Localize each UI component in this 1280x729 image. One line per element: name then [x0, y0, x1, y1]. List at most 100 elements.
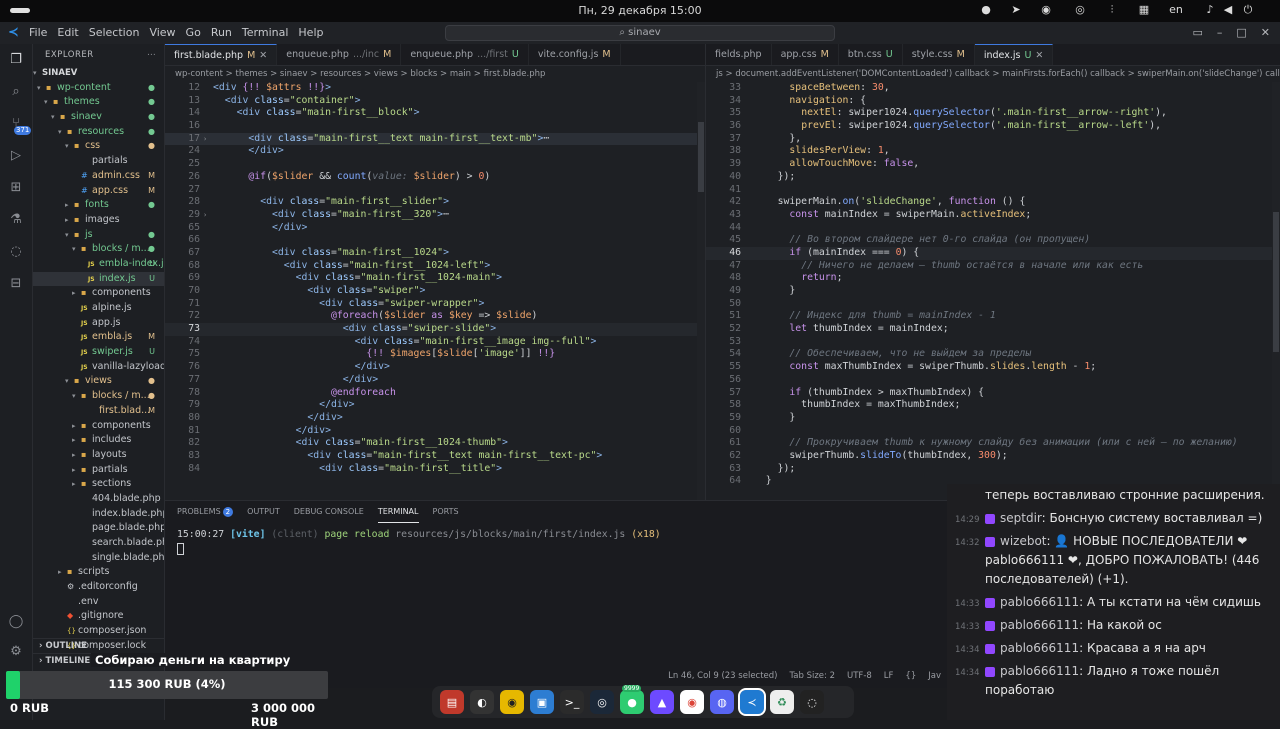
- panel-tab-debug-console[interactable]: DEBUG CONSOLE: [294, 501, 364, 523]
- tree-item[interactable]: ▾ ▪ blocks / m... ●: [33, 242, 164, 257]
- maximize-icon[interactable]: □: [1236, 26, 1246, 39]
- tree-item[interactable]: ▾ ▪ themes ●: [33, 95, 164, 110]
- tab-app-css[interactable]: app.css M: [772, 44, 839, 65]
- panel-tab-output[interactable]: OUTPUT: [247, 501, 280, 523]
- tree-item[interactable]: JS swiper.js U: [33, 345, 164, 360]
- tab-size[interactable]: Tab Size: 2: [790, 671, 836, 681]
- close-tab-icon[interactable]: ✕: [1035, 45, 1043, 65]
- steam-icon[interactable]: ◎: [590, 690, 614, 714]
- chrome-icon[interactable]: ◉: [680, 690, 704, 714]
- tree-item[interactable]: ▸ ▪ components: [33, 286, 164, 301]
- docker-icon[interactable]: ⊟: [8, 276, 24, 292]
- source-control-icon[interactable]: ⑂: [8, 116, 32, 135]
- more-actions-icon[interactable]: ⋯: [147, 44, 156, 66]
- tab-btn-css[interactable]: btn.css U: [839, 44, 903, 65]
- tab-enqueue-php[interactable]: enqueue.php .../first U: [401, 44, 529, 65]
- tree-item[interactable]: ▾ ▪ blocks / m... ●: [33, 389, 164, 404]
- tree-item[interactable]: JS app.js: [33, 316, 164, 331]
- obs-icon[interactable]: ◌: [800, 690, 824, 714]
- github-icon[interactable]: ◐: [470, 690, 494, 714]
- tree-item[interactable]: 404.blade.php: [33, 492, 164, 507]
- right-scrollbar[interactable]: [1272, 82, 1280, 500]
- vscode-icon[interactable]: ≺: [738, 688, 766, 716]
- right-scroll-thumb[interactable]: [1273, 212, 1279, 352]
- tree-item[interactable]: index.blade.php: [33, 507, 164, 522]
- tree-item[interactable]: single.blade.php: [33, 551, 164, 566]
- encoding[interactable]: UTF-8: [847, 671, 872, 681]
- right-code-area[interactable]: 33 spaceBetween: 30, 34 navigation: {35 n…: [706, 82, 1280, 500]
- tree-item[interactable]: # admin.css M: [33, 169, 164, 184]
- menu-file[interactable]: File: [29, 26, 47, 39]
- tree-item[interactable]: # app.css M: [33, 184, 164, 199]
- files-icon[interactable]: ▤: [440, 690, 464, 714]
- tree-item[interactable]: ▾ ▪ resources ●: [33, 125, 164, 140]
- chat-username[interactable]: pablo666111: [1000, 595, 1079, 609]
- power-icon[interactable]: ⏻: [1240, 3, 1256, 19]
- record-icon[interactable]: ●: [978, 3, 994, 19]
- tab-vite-config-js[interactable]: vite.config.js M: [529, 44, 621, 65]
- lang-indicator[interactable]: en: [1166, 3, 1186, 19]
- recycle-icon[interactable]: ♻: [770, 690, 794, 714]
- left-scrollbar[interactable]: [697, 82, 705, 500]
- mixer-icon[interactable]: ⫶: [1104, 3, 1120, 19]
- terminal[interactable]: 15:00:27 [vite] (client) page reload res…: [165, 523, 947, 564]
- eol[interactable]: LF: [884, 671, 894, 681]
- menu-run[interactable]: Run: [211, 26, 232, 39]
- tree-item[interactable]: .env: [33, 595, 164, 610]
- chat-username[interactable]: septdir: [1000, 511, 1042, 525]
- tab-enqueue-php[interactable]: enqueue.php .../inc M: [277, 44, 402, 65]
- clock[interactable]: Пн, 29 декабря 15:00: [0, 4, 1280, 17]
- tree-item[interactable]: ▸ ▪ fonts ●: [33, 198, 164, 213]
- volume-icon[interactable]: ◀: [1220, 3, 1236, 19]
- tree-item[interactable]: JS embla.js M: [33, 330, 164, 345]
- tree-item[interactable]: ▸ ▪ scripts: [33, 565, 164, 580]
- left-scroll-thumb[interactable]: [698, 122, 704, 192]
- search-activity-icon[interactable]: ⌕: [8, 84, 24, 100]
- right-breadcrumb[interactable]: js > document.addEventListener('DOMConte…: [706, 66, 1280, 82]
- tab-first-blade-php[interactable]: first.blade.php M ✕: [165, 44, 278, 65]
- left-breadcrumb[interactable]: wp-content > themes > sinaev > resources…: [165, 66, 705, 82]
- proton-icon[interactable]: ▲: [650, 690, 674, 714]
- tree-item[interactable]: ◆ .gitignore: [33, 609, 164, 624]
- tree-item[interactable]: JS embla-index.js U: [33, 257, 164, 272]
- terminal-icon[interactable]: >_: [560, 690, 584, 714]
- menu-edit[interactable]: Edit: [57, 26, 78, 39]
- panel-tab-ports[interactable]: PORTS: [433, 501, 459, 523]
- layout-icon[interactable]: ▭: [1192, 26, 1202, 39]
- tree-item[interactable]: ▾ ▪ css ●: [33, 139, 164, 154]
- chat-username[interactable]: pablo666111: [1000, 664, 1079, 678]
- menu-selection[interactable]: Selection: [89, 26, 140, 39]
- panel-tab-terminal[interactable]: TERMINAL: [377, 501, 419, 523]
- workspace-root[interactable]: ▾ SINAEV: [33, 66, 164, 81]
- extensions-icon[interactable]: ⊞: [8, 180, 24, 196]
- panel-tab-problems[interactable]: PROBLEMS 2: [177, 501, 234, 523]
- tree-item[interactable]: search.blade.php: [33, 536, 164, 551]
- keyboard-icon[interactable]: ▦: [1136, 3, 1152, 19]
- close-tab-icon[interactable]: ✕: [259, 45, 267, 65]
- chat-username[interactable]: pablo666111: [1000, 641, 1079, 655]
- minimize-icon[interactable]: –: [1217, 26, 1223, 39]
- tree-item[interactable]: ▾ ▪ views ●: [33, 374, 164, 389]
- explorer-icon[interactable]: ❐: [8, 52, 24, 68]
- telegram-icon[interactable]: ➤: [1008, 3, 1024, 19]
- oni-icon[interactable]: ◉: [500, 690, 524, 714]
- tree-item[interactable]: ▾ ▪ js ●: [33, 228, 164, 243]
- run-debug-icon[interactable]: ▷: [8, 148, 24, 164]
- chat-icon[interactable]: ● 9999: [620, 685, 644, 714]
- menu-terminal[interactable]: Terminal: [242, 26, 289, 39]
- tree-item[interactable]: partials: [33, 154, 164, 169]
- tree-item[interactable]: first.blad... M: [33, 404, 164, 419]
- chat-username[interactable]: pablo666111: [1000, 618, 1079, 632]
- tree-item[interactable]: ▸ ▪ images: [33, 213, 164, 228]
- tab-index-js[interactable]: index.js U ✕: [974, 44, 1054, 65]
- remote-icon[interactable]: ◌: [8, 244, 24, 260]
- testing-icon[interactable]: ⚗: [8, 212, 24, 228]
- cursor-position[interactable]: Ln 46, Col 9 (23 selected): [668, 671, 777, 681]
- menu-view[interactable]: View: [149, 26, 175, 39]
- account-icon[interactable]: ◯: [8, 614, 24, 630]
- command-search[interactable]: ⌕ sinaev: [445, 25, 835, 41]
- tree-item[interactable]: page.blade.php: [33, 521, 164, 536]
- language-mode[interactable]: Jav: [928, 671, 941, 681]
- tree-item[interactable]: ▾ ▪ sinaev ●: [33, 110, 164, 125]
- tree-item[interactable]: ⚙ .editorconfig: [33, 580, 164, 595]
